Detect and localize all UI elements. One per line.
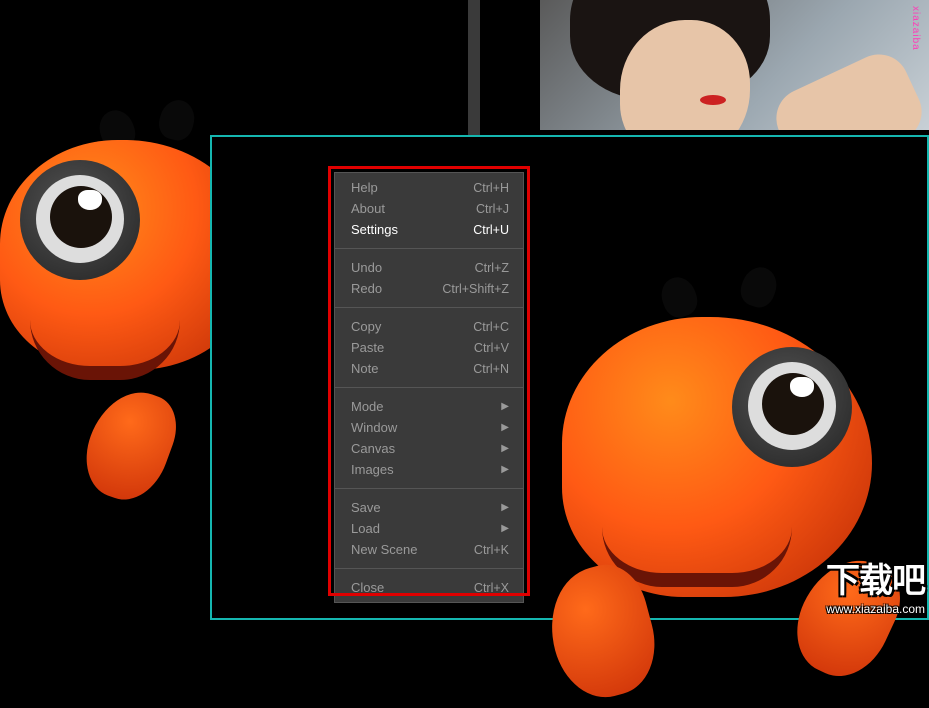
watermark-url: www.xiazaiba.com	[826, 602, 925, 616]
menu-item-canvas[interactable]: Canvas ▶	[335, 438, 523, 459]
menu-item-label: Undo	[351, 260, 382, 275]
menu-item-label: Redo	[351, 281, 382, 296]
menu-item-copy[interactable]: Copy Ctrl+C	[335, 316, 523, 337]
menu-separator	[335, 488, 523, 489]
menu-item-about[interactable]: About Ctrl+J	[335, 198, 523, 219]
context-menu[interactable]: Help Ctrl+H About Ctrl+J Settings Ctrl+U Undo C…	[334, 172, 524, 603]
thumbnail-watermark: xiazaiba	[910, 6, 921, 51]
menu-item-help[interactable]: Help Ctrl+H	[335, 177, 523, 198]
menu-item-undo[interactable]: Undo Ctrl+Z	[335, 257, 523, 278]
menu-item-label: Settings	[351, 222, 398, 237]
submenu-arrow-icon: ▶	[501, 464, 509, 475]
menu-item-shortcut: Ctrl+Shift+Z	[442, 282, 509, 296]
submenu-arrow-icon: ▶	[501, 443, 509, 454]
menu-separator	[335, 387, 523, 388]
menu-item-shortcut: Ctrl+H	[473, 181, 509, 195]
watermark-text: 下载吧	[826, 553, 925, 602]
submenu-arrow-icon: ▶	[501, 523, 509, 534]
menu-item-shortcut: Ctrl+Z	[475, 261, 509, 275]
menu-item-shortcut: Ctrl+U	[473, 223, 509, 237]
site-watermark: 下载吧 www.xiazaiba.com	[826, 553, 925, 616]
menu-item-label: Help	[351, 180, 378, 195]
submenu-arrow-icon: ▶	[501, 401, 509, 412]
menu-item-shortcut: Ctrl+N	[473, 362, 509, 376]
menu-item-label: Note	[351, 361, 378, 376]
menu-item-mode[interactable]: Mode ▶	[335, 396, 523, 417]
menu-item-label: Window	[351, 420, 397, 435]
menu-separator	[335, 568, 523, 569]
menu-item-label: Mode	[351, 399, 384, 414]
menu-item-settings[interactable]: Settings Ctrl+U	[335, 219, 523, 240]
menu-item-images[interactable]: Images ▶	[335, 459, 523, 480]
menu-item-label: New Scene	[351, 542, 417, 557]
menu-item-label: Load	[351, 521, 380, 536]
menu-item-paste[interactable]: Paste Ctrl+V	[335, 337, 523, 358]
menu-item-label: Close	[351, 580, 384, 595]
menu-item-label: Copy	[351, 319, 381, 334]
menu-separator	[335, 307, 523, 308]
menu-item-note[interactable]: Note Ctrl+N	[335, 358, 523, 379]
menu-item-label: Images	[351, 462, 394, 477]
menu-item-shortcut: Ctrl+V	[474, 341, 509, 355]
menu-item-label: Save	[351, 500, 381, 515]
menu-item-window[interactable]: Window ▶	[335, 417, 523, 438]
reference-thumbnail[interactable]: xiazaiba	[540, 0, 929, 130]
menu-item-label: Canvas	[351, 441, 395, 456]
menu-item-shortcut: Ctrl+C	[473, 320, 509, 334]
menu-item-shortcut: Ctrl+K	[474, 543, 509, 557]
menu-item-load[interactable]: Load ▶	[335, 518, 523, 539]
menu-item-close[interactable]: Close Ctrl+X	[335, 577, 523, 598]
menu-item-label: Paste	[351, 340, 384, 355]
submenu-arrow-icon: ▶	[501, 502, 509, 513]
menu-item-shortcut: Ctrl+J	[476, 202, 509, 216]
active-window[interactable]	[210, 135, 929, 620]
menu-item-label: About	[351, 201, 385, 216]
menu-item-shortcut: Ctrl+X	[474, 581, 509, 595]
menu-item-redo[interactable]: Redo Ctrl+Shift+Z	[335, 278, 523, 299]
menu-item-save[interactable]: Save ▶	[335, 497, 523, 518]
menu-separator	[335, 248, 523, 249]
menu-item-new-scene[interactable]: New Scene Ctrl+K	[335, 539, 523, 560]
submenu-arrow-icon: ▶	[501, 422, 509, 433]
